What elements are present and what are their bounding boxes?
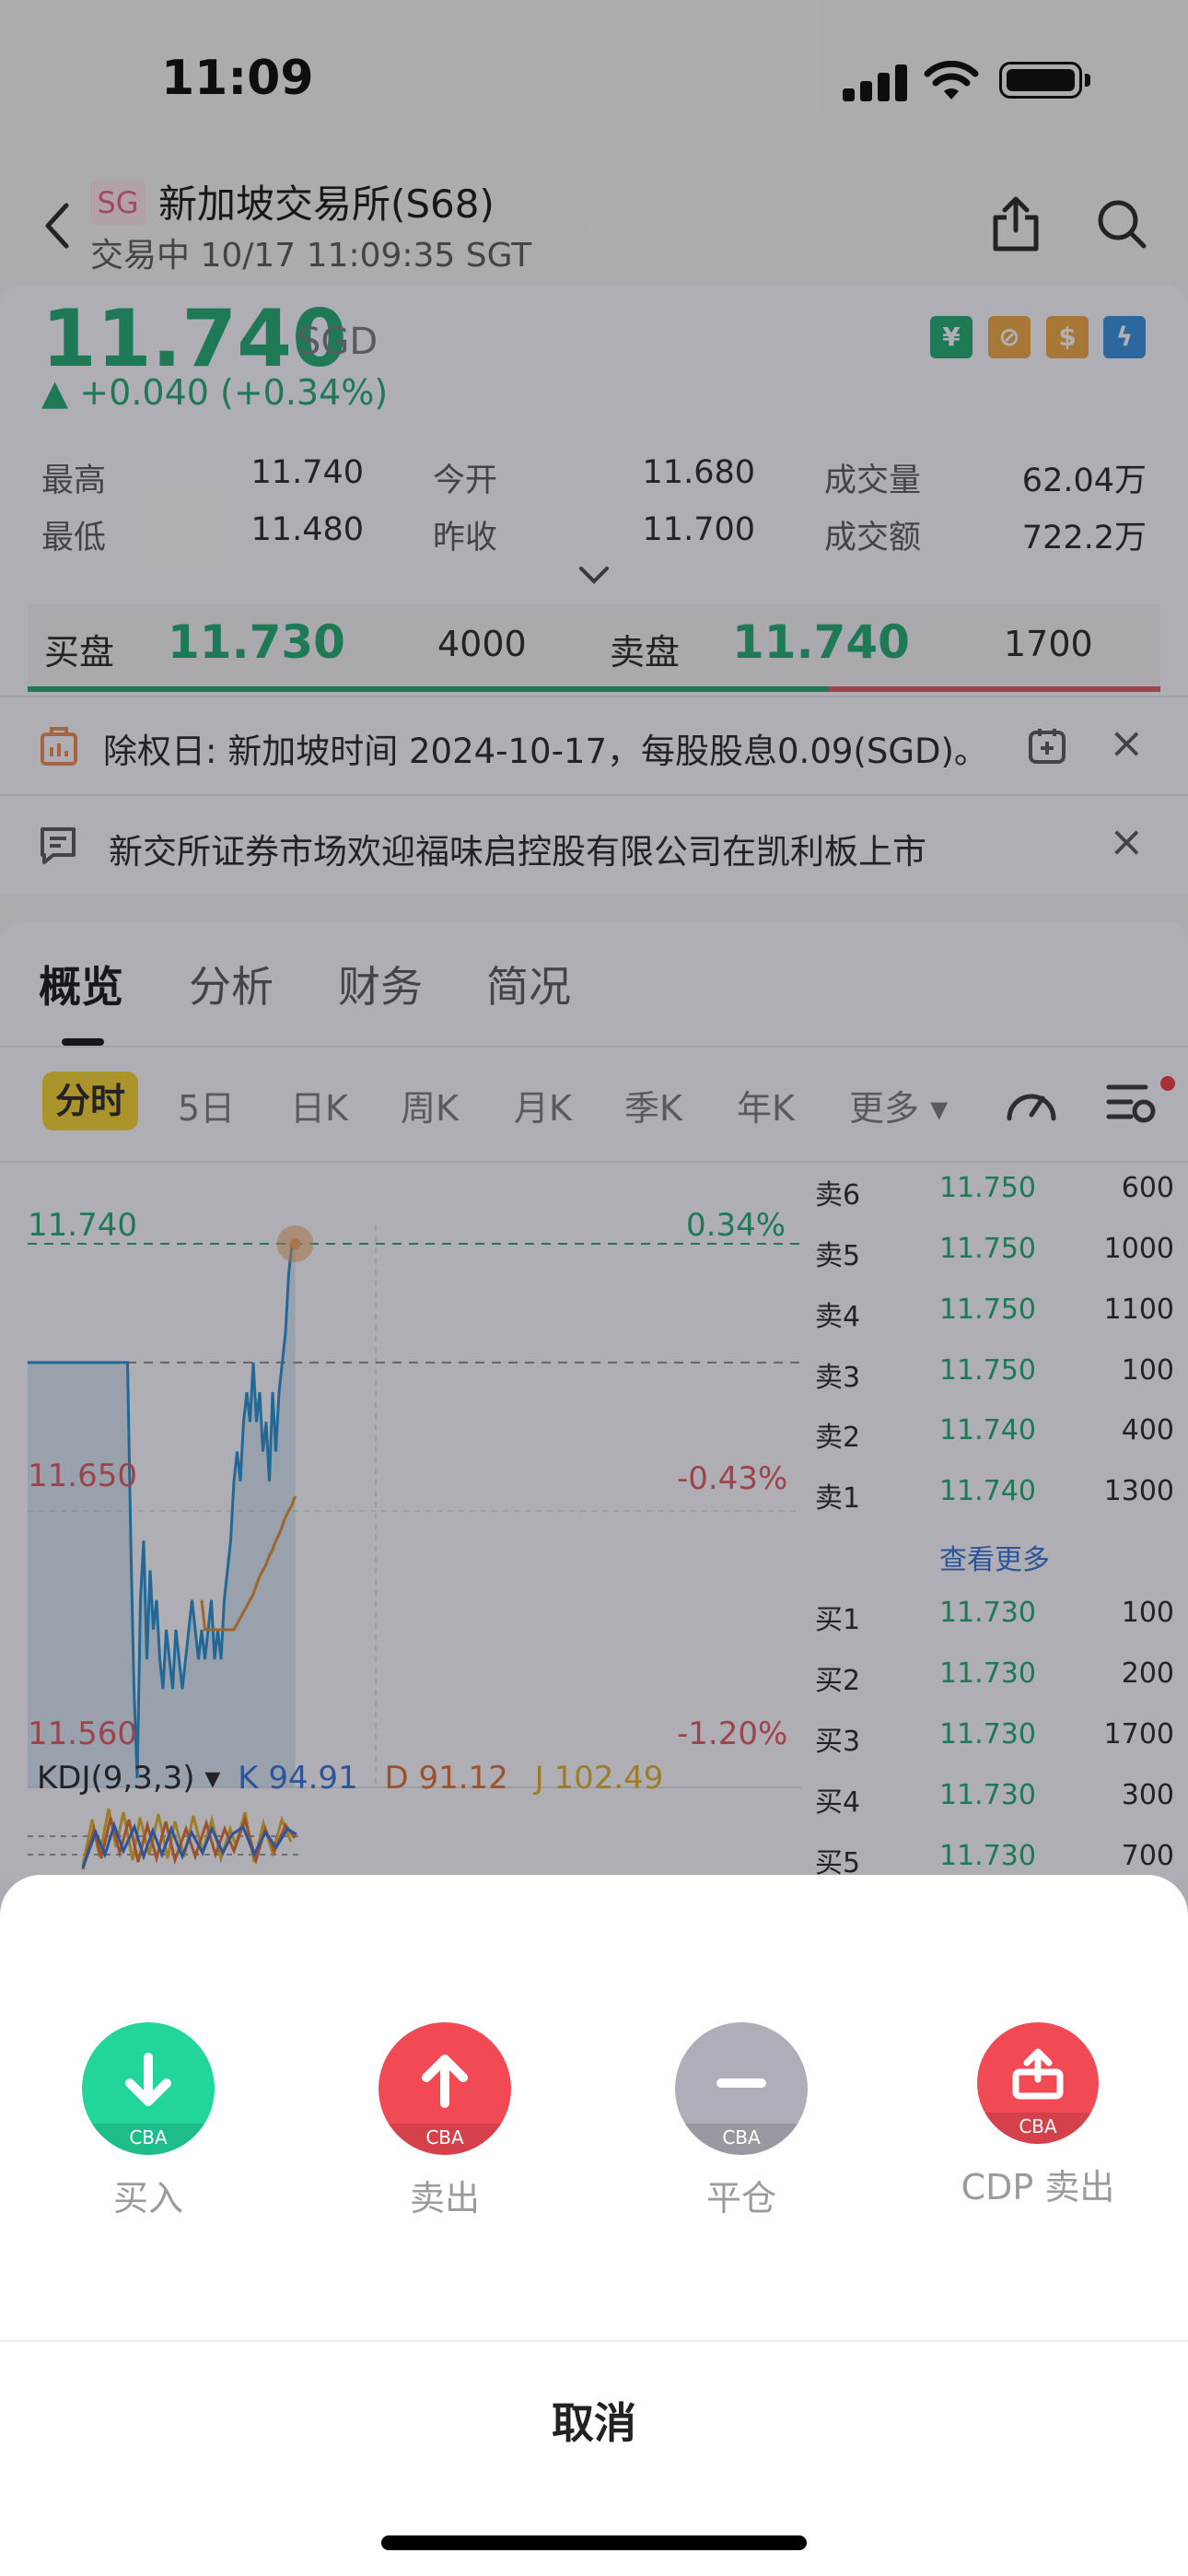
cdp-sell-label: CDP 卖出 — [961, 2167, 1115, 2207]
cdp-sell-button[interactable]: CBA — [977, 2022, 1099, 2144]
buy-tag: CBA — [82, 2124, 215, 2155]
sell-button[interactable]: CBA — [379, 2022, 511, 2155]
sheet-divider — [0, 2340, 1188, 2342]
cdp-sell-tag: CBA — [977, 2113, 1099, 2144]
close-position-action[interactable]: CBA 平仓 — [649, 2022, 833, 2220]
home-indicator — [381, 2535, 807, 2550]
close-position-label: 平仓 — [705, 2178, 776, 2219]
close-position-tag: CBA — [675, 2124, 808, 2155]
buy-button[interactable]: CBA — [82, 2022, 215, 2155]
buy-label: 买入 — [112, 2178, 183, 2219]
minus-icon — [716, 2078, 766, 2088]
sell-tag: CBA — [379, 2124, 511, 2155]
buy-action[interactable]: CBA 买入 — [56, 2022, 240, 2220]
export-icon — [1012, 2048, 1064, 2100]
sell-action[interactable]: CBA 卖出 — [353, 2022, 537, 2220]
arrow-down-icon — [125, 2053, 171, 2106]
sell-label: 卖出 — [409, 2178, 480, 2219]
cancel-button[interactable]: 取消 — [0, 2345, 1188, 2501]
cdp-sell-action[interactable]: CBA CDP 卖出 — [946, 2022, 1130, 2209]
close-position-button[interactable]: CBA — [675, 2022, 808, 2155]
arrow-up-icon — [422, 2055, 468, 2108]
